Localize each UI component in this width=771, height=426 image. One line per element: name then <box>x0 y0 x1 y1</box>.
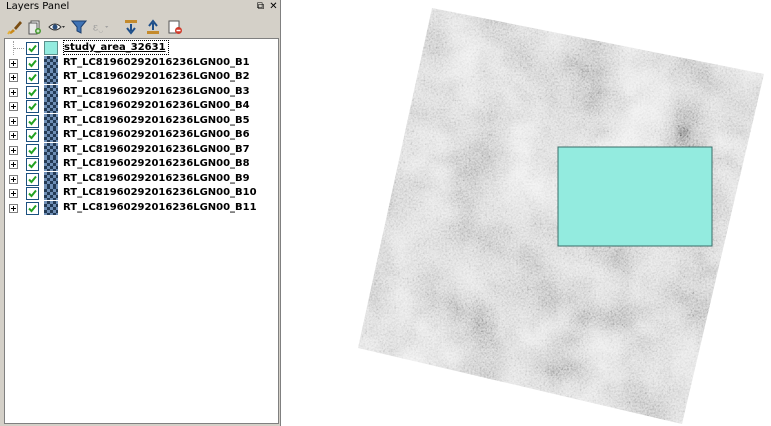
expand-toggle-icon[interactable] <box>9 59 18 68</box>
polygon-symbol-icon <box>44 41 58 55</box>
filter-expression-icon[interactable]: ε ◡ <box>92 18 110 36</box>
layer-row[interactable]: RT_LC81960292016236LGN00_B5 <box>5 114 278 128</box>
layer-tree: study_area_32631 RT_LC81960292016236LGN00… <box>4 38 279 424</box>
layer-name[interactable]: RT_LC81960292016236LGN00_B10 <box>63 186 257 200</box>
expand-toggle-icon[interactable] <box>9 175 18 184</box>
layer-visibility-checkbox[interactable] <box>26 100 39 113</box>
expand-toggle-icon[interactable] <box>9 131 18 140</box>
layer-row[interactable]: RT_LC81960292016236LGN00_B3 <box>5 85 278 99</box>
visibility-eye-icon[interactable] <box>48 18 66 36</box>
expand-toggle-icon[interactable] <box>9 117 18 126</box>
layer-visibility-checkbox[interactable] <box>26 158 39 171</box>
layer-visibility-checkbox[interactable] <box>26 57 39 70</box>
layer-visibility-checkbox[interactable] <box>26 115 39 128</box>
raster-layer-icon <box>44 157 58 171</box>
layers-panel: Layers Panel ⧉ ✕ ε ◡ study_area_32631 RT… <box>0 0 281 426</box>
layer-visibility-checkbox[interactable] <box>26 129 39 142</box>
layer-row[interactable]: RT_LC81960292016236LGN00_B9 <box>5 172 278 186</box>
raster-layer-icon <box>44 114 58 128</box>
raster-layer-icon <box>44 128 58 142</box>
expand-toggle-icon[interactable] <box>9 73 18 82</box>
expand-toggle-icon[interactable] <box>9 88 18 97</box>
layer-visibility-checkbox[interactable] <box>26 202 39 215</box>
layer-row[interactable]: RT_LC81960292016236LGN00_B11 <box>5 201 278 215</box>
map-render <box>358 8 764 424</box>
expand-all-icon[interactable] <box>122 18 140 36</box>
layer-name[interactable]: study_area_32631 <box>63 40 169 55</box>
layer-name[interactable]: RT_LC81960292016236LGN00_B5 <box>63 114 250 128</box>
add-group-icon[interactable] <box>26 18 44 36</box>
raster-layer-icon <box>44 172 58 186</box>
raster-layer-icon <box>44 56 58 70</box>
float-panel-icon[interactable]: ⧉ <box>255 1 266 12</box>
layers-toolbar: ε ◡ <box>2 16 278 38</box>
tree-connector <box>14 48 24 49</box>
study-area-polygon[interactable] <box>557 146 713 247</box>
panel-title-bar: Layers Panel ⧉ ✕ <box>0 0 281 14</box>
layer-row[interactable]: RT_LC81960292016236LGN00_B1 <box>5 56 278 70</box>
expand-toggle-icon[interactable] <box>9 204 18 213</box>
layer-row[interactable]: RT_LC81960292016236LGN00_B7 <box>5 143 278 157</box>
layer-row[interactable]: RT_LC81960292016236LGN00_B2 <box>5 70 278 84</box>
layer-name[interactable]: RT_LC81960292016236LGN00_B1 <box>63 56 250 70</box>
layer-name[interactable]: RT_LC81960292016236LGN00_B6 <box>63 128 250 142</box>
raster-layer-icon <box>44 186 58 200</box>
layer-row[interactable]: RT_LC81960292016236LGN00_B6 <box>5 128 278 142</box>
close-panel-icon[interactable]: ✕ <box>268 1 279 12</box>
layer-name[interactable]: RT_LC81960292016236LGN00_B11 <box>63 201 257 215</box>
layer-name[interactable]: RT_LC81960292016236LGN00_B3 <box>63 85 250 99</box>
raster-layer-icon <box>44 143 58 157</box>
layer-name[interactable]: RT_LC81960292016236LGN00_B7 <box>63 143 250 157</box>
collapse-all-icon[interactable] <box>144 18 162 36</box>
svg-text:ε: ε <box>93 22 98 33</box>
raster-layer-icon <box>44 85 58 99</box>
filter-icon[interactable] <box>70 18 88 36</box>
layer-name[interactable]: RT_LC81960292016236LGN00_B4 <box>63 99 250 113</box>
expand-toggle-icon[interactable] <box>9 160 18 169</box>
expand-toggle-icon[interactable] <box>9 189 18 198</box>
layer-visibility-checkbox[interactable] <box>26 42 39 55</box>
layer-row[interactable]: RT_LC81960292016236LGN00_B10 <box>5 186 278 200</box>
expand-toggle-icon[interactable] <box>9 146 18 155</box>
layer-visibility-checkbox[interactable] <box>26 144 39 157</box>
layer-row[interactable]: study_area_32631 <box>5 40 278 55</box>
raster-layer-icon <box>44 99 58 113</box>
raster-layer-icon <box>44 201 58 215</box>
expand-toggle-icon[interactable] <box>9 102 18 111</box>
layer-visibility-checkbox[interactable] <box>26 173 39 186</box>
svg-text:◡: ◡ <box>99 28 104 34</box>
panel-title: Layers Panel <box>6 1 70 12</box>
layer-visibility-checkbox[interactable] <box>26 86 39 99</box>
style-brush-icon[interactable] <box>6 18 24 36</box>
remove-layer-icon[interactable] <box>166 18 184 36</box>
map-canvas[interactable] <box>282 0 771 426</box>
layer-row[interactable]: RT_LC81960292016236LGN00_B4 <box>5 99 278 113</box>
layer-visibility-checkbox[interactable] <box>26 187 39 200</box>
layer-name[interactable]: RT_LC81960292016236LGN00_B2 <box>63 70 250 84</box>
raster-layer-icon <box>44 70 58 84</box>
tree-connector <box>13 41 14 55</box>
layer-visibility-checkbox[interactable] <box>26 71 39 84</box>
layer-name[interactable]: RT_LC81960292016236LGN00_B9 <box>63 172 250 186</box>
layer-name[interactable]: RT_LC81960292016236LGN00_B8 <box>63 157 250 171</box>
layer-row[interactable]: RT_LC81960292016236LGN00_B8 <box>5 157 278 171</box>
